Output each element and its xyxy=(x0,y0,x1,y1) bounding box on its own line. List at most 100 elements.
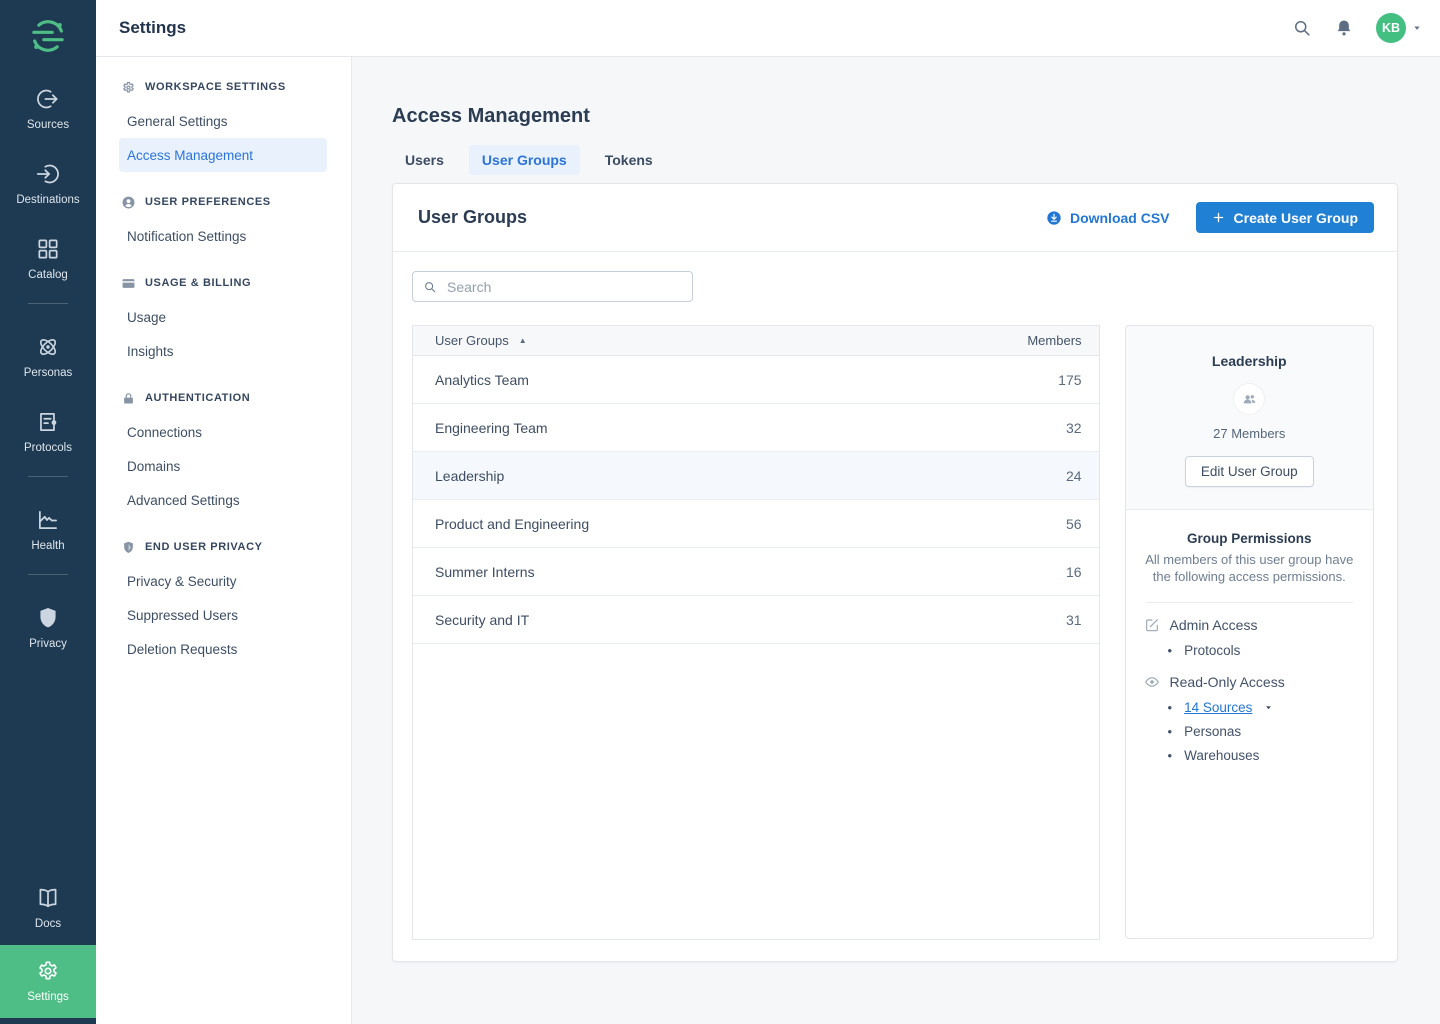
bullet-icon: • xyxy=(1168,700,1173,715)
sidebar-heading-label: USAGE & BILLING xyxy=(145,277,251,289)
personas-icon xyxy=(35,334,61,360)
sidebar-item-general-settings[interactable]: General Settings xyxy=(119,104,327,138)
sidebar-item-deletion-requests[interactable]: Deletion Requests xyxy=(119,632,327,666)
search-input[interactable] xyxy=(445,278,682,296)
health-icon xyxy=(35,507,61,533)
sidebar-item-connections[interactable]: Connections xyxy=(119,415,327,449)
rail-item-settings[interactable]: Settings xyxy=(0,945,96,1018)
sidebar-item-notification-settings[interactable]: Notification Settings xyxy=(119,219,327,253)
user-menu[interactable]: KB xyxy=(1376,13,1422,43)
group-avatar xyxy=(1234,384,1264,414)
rail-divider xyxy=(28,574,68,575)
people-icon xyxy=(1241,391,1258,408)
shield-icon xyxy=(121,540,136,555)
table-row-security-and-it[interactable]: Security and IT 31 xyxy=(413,596,1099,644)
sidebar-item-privacy-security[interactable]: Privacy & Security xyxy=(119,564,327,598)
card-header: User Groups Download CSV Create User Gro… xyxy=(393,184,1397,252)
bullet-icon: • xyxy=(1168,643,1173,658)
table-row-leadership[interactable]: Leadership24 xyxy=(413,452,1099,500)
table-row-summer-interns[interactable]: Summer Interns16 xyxy=(413,548,1099,596)
divider xyxy=(1146,602,1353,603)
chevron-down-icon xyxy=(1412,23,1422,33)
download-csv-button[interactable]: Download CSV xyxy=(1046,210,1170,226)
sidebar-section-usage-billing: USAGE & BILLING UsageInsights xyxy=(96,266,351,368)
sidebar-item-advanced-settings[interactable]: Advanced Settings xyxy=(119,483,327,517)
search-box xyxy=(412,271,693,302)
edit-user-group-button[interactable]: Edit User Group xyxy=(1185,456,1314,487)
rail-item-health[interactable]: Health xyxy=(16,507,79,552)
page-title: Access Management xyxy=(392,105,1440,128)
members-cell: 56 xyxy=(1066,516,1082,532)
table-row-analytics-team[interactable]: Analytics Team175 xyxy=(413,356,1099,404)
table-row-engineering-team[interactable]: Engineering Team32 xyxy=(413,404,1099,452)
group-name-cell: Product and Engineering xyxy=(435,516,589,532)
sidebar-item-domains[interactable]: Domains xyxy=(119,449,327,483)
download-csv-label: Download CSV xyxy=(1070,210,1170,226)
docs-icon xyxy=(35,885,61,911)
create-user-group-button[interactable]: Create User Group xyxy=(1196,202,1374,233)
download-icon xyxy=(1046,210,1062,226)
eye-icon xyxy=(1144,674,1160,690)
rail-item-sources[interactable]: Sources xyxy=(16,86,79,131)
page-header-title: Settings xyxy=(119,18,186,38)
permission-item-warehouses: •Warehouses xyxy=(1168,748,1355,763)
notifications-bell-icon[interactable] xyxy=(1334,18,1354,38)
group-detail-panel: Leadership 27 Members Edit User Group Gr… xyxy=(1125,325,1374,939)
rail-item-label: Protocols xyxy=(24,442,72,454)
sidebar-item-access-management[interactable]: Access Management xyxy=(119,138,327,172)
card-title: User Groups xyxy=(418,207,527,228)
search-icon[interactable] xyxy=(1292,18,1312,38)
group-summary: Leadership 27 Members Edit User Group xyxy=(1126,326,1373,510)
nav-rail-bottom: DocsSettings xyxy=(0,872,96,1024)
permission-item-protocols: • Protocols xyxy=(1168,643,1355,658)
sidebar-heading-label: USER PREFERENCES xyxy=(145,196,271,208)
rail-item-docs[interactable]: Docs xyxy=(0,872,96,945)
rail-item-catalog[interactable]: Catalog xyxy=(16,236,79,281)
members-cell: 31 xyxy=(1066,612,1082,628)
rail-item-label: Destinations xyxy=(16,194,79,206)
lock-icon xyxy=(121,391,136,406)
permissions-title: Group Permissions xyxy=(1144,531,1355,546)
sidebar-section-end-user-privacy: END USER PRIVACYPrivacy & SecuritySuppre… xyxy=(96,530,351,666)
sources-icon xyxy=(35,86,61,112)
chevron-down-icon[interactable] xyxy=(1264,703,1273,712)
segment-logo-icon[interactable] xyxy=(28,16,68,56)
top-bar-actions: KB xyxy=(1292,13,1440,43)
permission-item-text: Protocols xyxy=(1184,643,1240,658)
rail-item-protocols[interactable]: Protocols xyxy=(16,409,79,454)
tab-users[interactable]: Users xyxy=(392,145,457,175)
table-row-product-and-engineering[interactable]: Product and Engineering 56 xyxy=(413,500,1099,548)
sidebar-heading-end-user-privacy: END USER PRIVACY xyxy=(96,530,351,564)
rail-item-personas[interactable]: Personas xyxy=(16,334,79,379)
search-icon xyxy=(423,280,437,294)
rail-item-destinations[interactable]: Destinations xyxy=(16,161,79,206)
permission-item-text: Personas xyxy=(1184,724,1241,739)
sidebar-section-authentication: AUTHENTICATIONConnectionsDomainsAdvanced… xyxy=(96,381,351,517)
group-permissions: Group Permissions All members of this us… xyxy=(1126,510,1373,793)
gear-icon xyxy=(121,80,136,95)
member-count: 27 Members xyxy=(1126,426,1373,441)
sidebar-heading-usage-billing: USAGE & BILLING xyxy=(96,266,351,300)
column-header-members[interactable]: Members xyxy=(1027,333,1081,348)
top-bar: Settings KB xyxy=(96,0,1440,57)
card-actions: Download CSV Create User Group xyxy=(1046,202,1374,233)
tab-tokens[interactable]: Tokens xyxy=(592,145,666,175)
group-name-cell: Leadership xyxy=(435,468,504,484)
sidebar-item-suppressed-users[interactable]: Suppressed Users xyxy=(119,598,327,632)
user-groups-table: User Groups▲ Members Analytics Team175En… xyxy=(412,325,1100,940)
sidebar-item-usage[interactable]: Usage xyxy=(119,300,327,334)
permission-label-text: Read-Only Access xyxy=(1170,674,1285,690)
group-name-cell: Security and IT xyxy=(435,612,529,628)
tab-bar: Users User Groups Tokens xyxy=(392,145,1440,175)
user-circle-icon xyxy=(121,195,136,210)
sources-link[interactable]: 14 Sources xyxy=(1184,700,1252,715)
tab-user-groups[interactable]: User Groups xyxy=(469,145,580,175)
column-header-user-groups[interactable]: User Groups▲ xyxy=(435,333,527,348)
members-cell: 16 xyxy=(1066,564,1082,580)
permission-label-text: Admin Access xyxy=(1170,617,1258,633)
rail-item-privacy[interactable]: Privacy xyxy=(16,605,79,650)
column-label: User Groups xyxy=(435,333,509,348)
sidebar-section-user-preferences: USER PREFERENCES Notification Settings xyxy=(96,185,351,253)
sidebar-item-insights[interactable]: Insights xyxy=(119,334,327,368)
sidebar-heading-workspace-settings: WORKSPACE SETTINGS xyxy=(96,70,351,104)
